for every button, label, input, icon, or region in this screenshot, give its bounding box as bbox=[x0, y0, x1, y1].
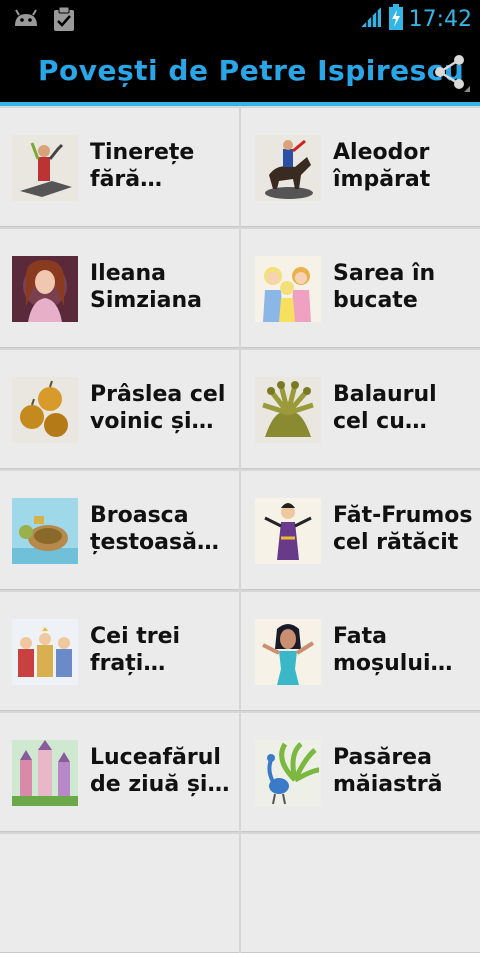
story-thumbnail bbox=[12, 619, 78, 685]
story-thumbnail bbox=[255, 740, 321, 806]
share-icon bbox=[430, 55, 470, 96]
story-tile[interactable]: Făt-Frumos cel rătăcit bbox=[241, 471, 480, 590]
story-title: Cei trei frați împărați bbox=[90, 624, 181, 676]
story-thumbnail bbox=[255, 619, 321, 685]
story-thumbnail bbox=[255, 377, 321, 443]
signal-icon bbox=[359, 5, 383, 34]
story-title: Broasca țestoasă cea fermecată bbox=[90, 503, 197, 555]
story-tile[interactable]: Ileana Simziana bbox=[0, 229, 239, 348]
story-thumbnail bbox=[12, 256, 78, 322]
story-thumbnail bbox=[12, 740, 78, 806]
story-tile[interactable]: Balaurul cel cu șapte capete bbox=[241, 350, 480, 469]
story-title: Sarea în bucate bbox=[333, 261, 436, 313]
story-tile[interactable]: Luceafărul de ziuă și luceafărul de noap… bbox=[0, 713, 239, 832]
story-thumbnail bbox=[12, 377, 78, 443]
story-grid: Tinerețe fără bătrânețe și viață fără de… bbox=[0, 108, 480, 953]
status-bar: 17:42 bbox=[0, 0, 480, 38]
story-title: Tinerețe fără bătrânețe și viață fără de… bbox=[90, 140, 195, 192]
clock: 17:42 bbox=[408, 7, 472, 32]
story-tile[interactable]: Aleodor împărat bbox=[241, 108, 480, 227]
story-tile[interactable] bbox=[241, 834, 480, 953]
clipboard-check-icon bbox=[52, 6, 76, 37]
story-title: Prâslea cel voinic și merele de aur bbox=[90, 382, 226, 434]
story-thumbnail bbox=[255, 135, 321, 201]
story-title: Pasărea măiastră bbox=[333, 745, 443, 797]
story-tile[interactable]: Pasărea măiastră bbox=[241, 713, 480, 832]
story-title: Balaurul cel cu șapte capete bbox=[333, 382, 437, 434]
story-title: Fata moșului cea cuminte bbox=[333, 624, 431, 676]
story-thumbnail bbox=[12, 498, 78, 564]
action-bar: Povești de Petre Ispirescu bbox=[0, 38, 480, 106]
story-thumbnail bbox=[255, 498, 321, 564]
android-icon bbox=[12, 6, 40, 37]
story-title: Luceafărul de ziuă și luceafărul de noap… bbox=[90, 745, 221, 797]
story-tile[interactable]: Fata moșului cea cuminte bbox=[241, 592, 480, 711]
story-title: Aleodor împărat bbox=[333, 140, 431, 192]
story-tile[interactable]: Tinerețe fără bătrânețe și viață fără de… bbox=[0, 108, 239, 227]
story-title: Ileana Simziana bbox=[90, 261, 203, 313]
story-tile[interactable] bbox=[0, 834, 239, 953]
story-thumbnail bbox=[12, 135, 78, 201]
story-title: Făt-Frumos cel rătăcit bbox=[333, 503, 473, 555]
battery-charging-icon bbox=[388, 4, 403, 35]
story-tile[interactable]: Cei trei frați împărați bbox=[0, 592, 239, 711]
story-tile[interactable]: Broasca țestoasă cea fermecată bbox=[0, 471, 239, 590]
story-thumbnail bbox=[255, 256, 321, 322]
app-title: Povești de Petre Ispirescu bbox=[38, 54, 465, 87]
story-tile[interactable]: Sarea în bucate bbox=[241, 229, 480, 348]
share-button[interactable] bbox=[430, 52, 470, 92]
story-tile[interactable]: Prâslea cel voinic și merele de aur bbox=[0, 350, 239, 469]
